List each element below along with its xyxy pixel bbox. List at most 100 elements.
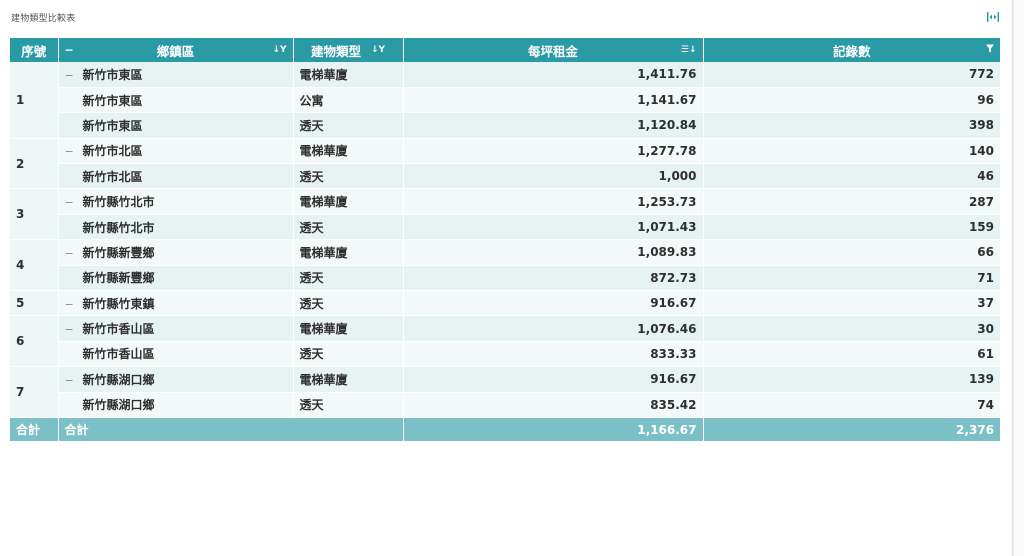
collapse-icon[interactable]: − xyxy=(65,69,74,82)
table-row: 5− 新竹縣竹東鎮 透天 916.67 37 xyxy=(10,290,1000,317)
district-label: 新竹縣湖口鄉 xyxy=(82,372,155,387)
cell-seq: 5 xyxy=(10,290,59,317)
header-price[interactable]: 每坪租金 ☰↓ xyxy=(403,38,704,62)
sort-icon[interactable]: ↓Y xyxy=(272,45,286,55)
cell-seq: 7 xyxy=(10,366,59,418)
cell-district: 新竹縣竹北市 xyxy=(58,214,294,241)
header-price-label: 每坪租金 xyxy=(527,43,578,59)
header-district-label: 鄉鎮區 xyxy=(156,43,195,59)
collapse-icon[interactable]: − xyxy=(65,374,74,387)
cell-seq: 2 xyxy=(10,138,59,190)
cell-price: 872.73 xyxy=(403,265,704,292)
header-district[interactable]: − 鄉鎮區 ↓Y xyxy=(58,38,294,62)
header-type[interactable]: 建物類型 ↓Y xyxy=(293,38,404,62)
table-row: 1− 新竹市東區 電梯華廈 1,411.76 772 xyxy=(10,62,1000,139)
cell-district: 新竹市東區 xyxy=(58,112,294,139)
cell-seq: 3 xyxy=(10,188,59,241)
table-row: 2− 新竹市北區 電梯華廈 1,277.78 140 xyxy=(10,138,1000,190)
table-row: 新竹縣新豐鄉 透天 872.73 71 xyxy=(10,265,1000,292)
cell-price: 1,089.83 xyxy=(403,239,704,266)
cell-type: 透天 xyxy=(293,341,404,368)
cell-district: 新竹市東區 xyxy=(58,87,294,114)
cell-price: 1,277.78 xyxy=(403,138,704,165)
cell-seq: 6 xyxy=(10,315,59,368)
cell-count: 140 xyxy=(703,138,1000,165)
cell-price: 1,120.84 xyxy=(403,112,704,139)
table-row: 新竹縣湖口鄉 透天 835.42 74 xyxy=(10,392,1000,418)
district-label: 新竹市東區 xyxy=(82,93,143,108)
cell-price: 1,141.67 xyxy=(403,87,704,114)
cell-district: 新竹縣新豐鄉 xyxy=(58,265,294,292)
cell-type: 電梯華廈 xyxy=(293,188,404,215)
district-label: 新竹縣新豐鄉 xyxy=(82,271,155,286)
cell-count: 139 xyxy=(703,366,1000,393)
expand-columns-icon[interactable] xyxy=(987,11,999,22)
widget-title: 建物類型比較表 xyxy=(11,14,76,24)
collapse-icon[interactable]: − xyxy=(65,145,74,158)
cell-type: 透天 xyxy=(293,214,404,241)
cell-count: 772 xyxy=(703,62,1000,88)
cell-count: 30 xyxy=(703,315,1000,342)
cell-price: 1,076.46 xyxy=(403,315,704,342)
cell-count: 66 xyxy=(703,239,1000,266)
total-price: 1,166.67 xyxy=(403,417,704,442)
district-label: 新竹市香山區 xyxy=(82,322,155,337)
total-count: 2,376 xyxy=(703,417,1000,442)
cell-count: 287 xyxy=(703,188,1000,215)
table-row: 新竹市香山區 透天 833.33 61 xyxy=(10,341,1000,368)
header-count[interactable]: 記錄數 xyxy=(703,38,1000,62)
cell-type: 透天 xyxy=(293,163,404,190)
total-seq: 合計 xyxy=(10,417,59,442)
cell-price: 916.67 xyxy=(403,366,704,393)
cell-type: 透天 xyxy=(293,112,404,139)
cell-district: − 新竹市北區 xyxy=(58,138,294,165)
header-count-label: 記錄數 xyxy=(832,43,871,59)
collapse-icon[interactable]: − xyxy=(65,196,74,209)
district-label: 新竹市北區 xyxy=(82,169,143,184)
district-label: 新竹市東區 xyxy=(82,67,143,82)
cell-type: 電梯華廈 xyxy=(293,366,404,393)
cell-district: − 新竹市香山區 xyxy=(58,315,294,342)
cell-price: 916.67 xyxy=(403,290,704,317)
table-row: 4− 新竹縣新豐鄉 電梯華廈 1,089.83 66 xyxy=(10,239,1000,292)
cell-count: 71 xyxy=(703,265,1000,292)
cell-type: 電梯華廈 xyxy=(293,239,404,266)
collapse-icon[interactable]: − xyxy=(65,298,74,311)
cell-type: 電梯華廈 xyxy=(293,138,404,165)
table-row: 新竹市東區 透天 1,120.84 398 xyxy=(10,112,1000,139)
sort-icon[interactable]: ↓Y xyxy=(371,45,385,55)
collapse-icon[interactable]: − xyxy=(65,247,74,260)
district-label: 新竹縣竹北市 xyxy=(82,220,155,235)
cell-district: − 新竹縣新豐鄉 xyxy=(58,239,294,266)
collapse-all-icon[interactable]: − xyxy=(65,44,74,57)
table-row: 新竹縣竹北市 透天 1,071.43 159 xyxy=(10,214,1000,241)
table-row: 新竹市北區 透天 1,000 46 xyxy=(10,163,1000,190)
header-type-label: 建物類型 xyxy=(310,43,361,59)
cell-district: 新竹縣湖口鄉 xyxy=(58,392,294,418)
cell-price: 1,000 xyxy=(403,163,704,190)
table-widget: 建物類型比較表 序號 − 鄉鎮區 ↓Y 建物類型 ↓Y 每坪租金 ☰↓ 記錄數 … xyxy=(0,0,1013,556)
district-label: 新竹市東區 xyxy=(82,118,143,133)
cell-seq: 4 xyxy=(10,239,59,292)
table-row: 3− 新竹縣竹北市 電梯華廈 1,253.73 287 xyxy=(10,188,1000,241)
collapse-icon[interactable]: − xyxy=(65,323,74,336)
vertical-scrollbar[interactable] xyxy=(1013,0,1024,556)
cell-price: 1,253.73 xyxy=(403,188,704,215)
sort-desc-icon[interactable]: ☰↓ xyxy=(681,45,697,55)
cell-type: 電梯華廈 xyxy=(293,315,404,342)
district-label: 新竹縣竹東鎮 xyxy=(82,296,155,311)
header-seq[interactable]: 序號 xyxy=(10,38,59,62)
table-row: 6− 新竹市香山區 電梯華廈 1,076.46 30 xyxy=(10,315,1000,368)
cell-type: 透天 xyxy=(293,392,404,418)
filter-icon[interactable] xyxy=(986,44,994,56)
cell-count: 37 xyxy=(703,290,1000,317)
cell-seq: 1 xyxy=(10,62,59,139)
table-row: 新竹市東區 公寓 1,141.67 96 xyxy=(10,87,1000,114)
cell-district: − 新竹縣竹東鎮 xyxy=(58,290,294,317)
district-label: 新竹市北區 xyxy=(82,144,143,159)
cell-district: − 新竹縣湖口鄉 xyxy=(58,366,294,393)
total-row: 合計 合計 1,166.67 2,376 xyxy=(10,417,1000,442)
district-label: 新竹市香山區 xyxy=(82,347,155,362)
district-label: 新竹縣新豐鄉 xyxy=(82,245,155,260)
cell-district: 新竹市香山區 xyxy=(58,341,294,368)
